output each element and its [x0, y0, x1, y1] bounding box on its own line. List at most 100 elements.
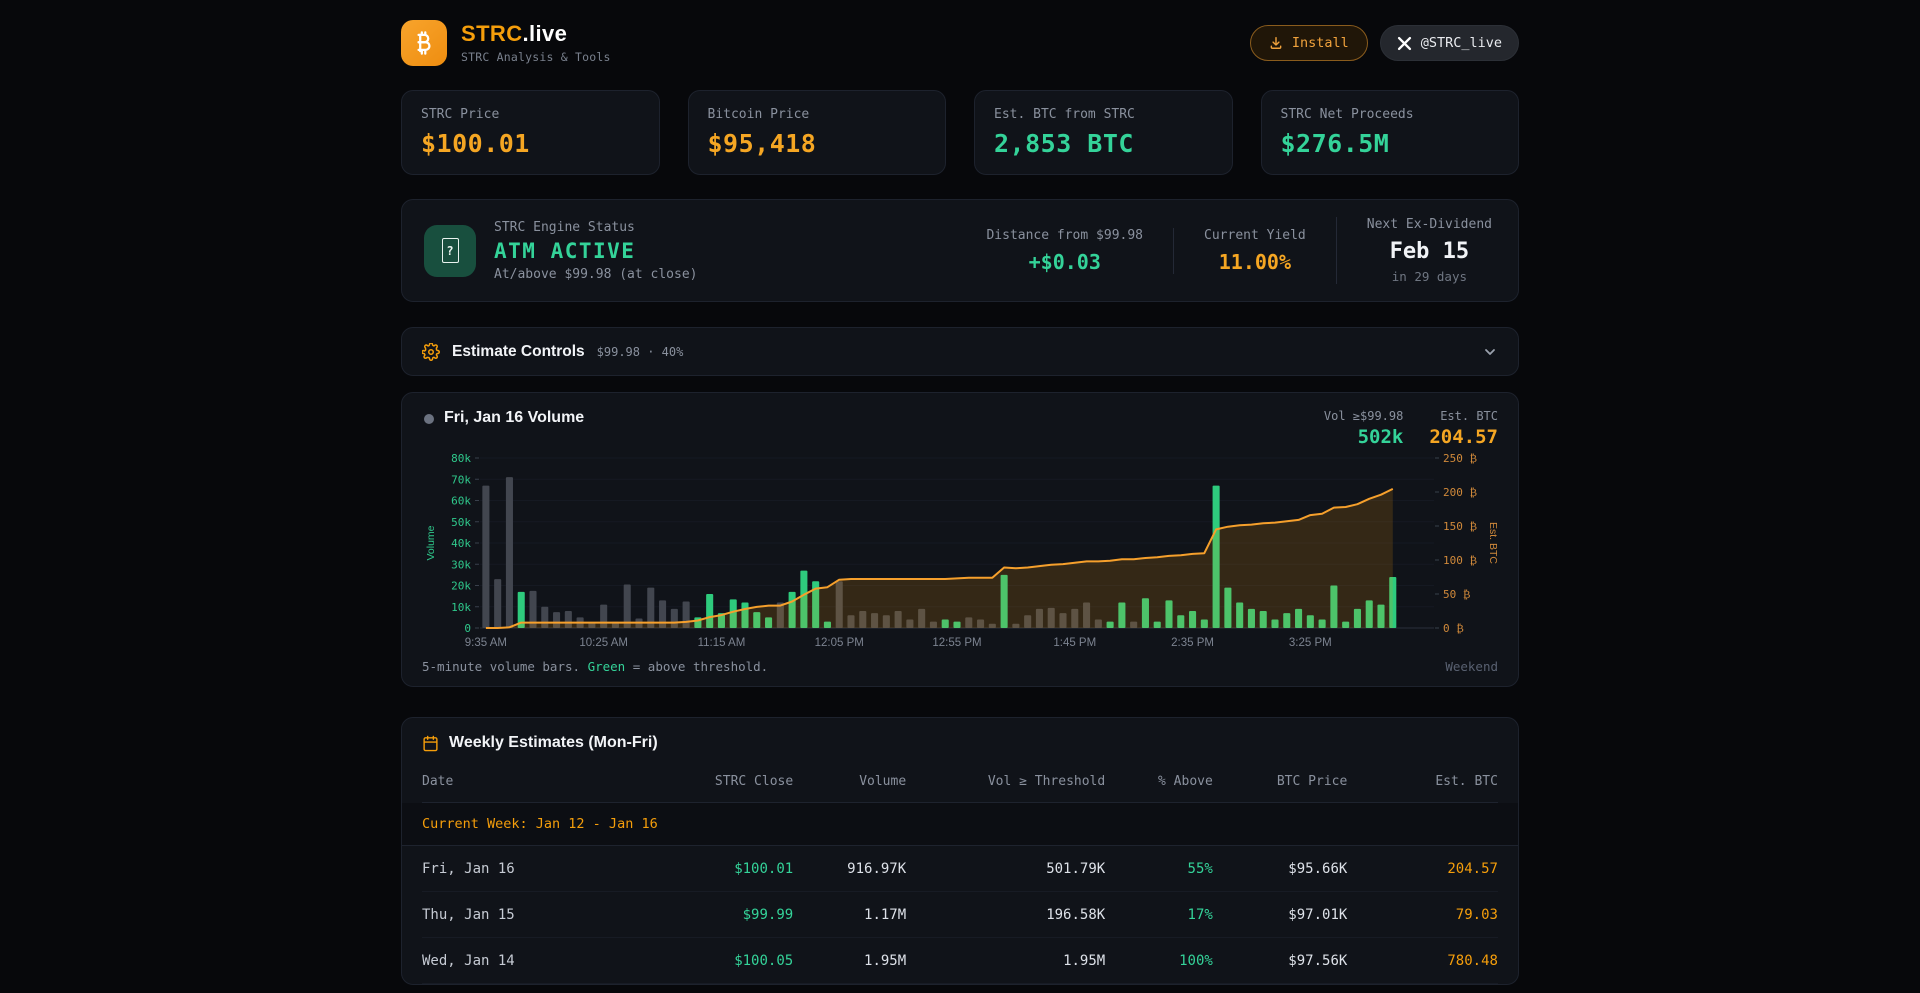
- table-cell: 1.95M: [793, 953, 906, 969]
- table-cell: 780.48: [1347, 953, 1498, 969]
- metric-value: 11.00%: [1204, 250, 1306, 274]
- table-row[interactable]: Thu, Jan 15$99.991.17M196.58K17%$97.01K7…: [422, 892, 1498, 938]
- svg-text:11:15 AM: 11:15 AM: [698, 637, 746, 649]
- engine-metrics: Distance from $99.98 +$0.03 Current Yiel…: [956, 217, 1496, 284]
- table-cell: Thu, Jan 15: [422, 907, 637, 923]
- chart-caption: 5-minute volume bars. Green = above thre…: [422, 659, 768, 674]
- engine-status-value: ATM ACTIVE: [494, 239, 698, 263]
- table-cell: $99.99: [637, 907, 793, 923]
- engine-metric: Distance from $99.98 +$0.03: [956, 228, 1173, 274]
- metric-value: Feb 15: [1367, 239, 1492, 264]
- table-column-headers: DateSTRC CloseVolumeVol ≥ Threshold% Abo…: [422, 764, 1498, 803]
- table-cell: 1.95M: [906, 953, 1105, 969]
- engine-status-note: At/above $99.98 (at close): [494, 267, 698, 282]
- x-axis-labels: 9:35 AM 10:25 AM 11:15 AM 12:05 PM 12:55 PM 1…: [465, 637, 1332, 649]
- chart-summary-stats: Vol ≥$99.98 502k Est. BTC 204.57: [1324, 409, 1498, 448]
- table-cell: $95.66K: [1213, 861, 1348, 877]
- svg-text:60k: 60k: [451, 495, 471, 508]
- table-body: Fri, Jan 16$100.01916.97K501.79K55%$95.6…: [422, 846, 1498, 984]
- x-profile-button[interactable]: @STRC_live: [1380, 25, 1519, 61]
- column-header: STRC Close: [637, 774, 793, 789]
- table-row[interactable]: Fri, Jan 16$100.01916.97K501.79K55%$95.6…: [422, 846, 1498, 892]
- stat-label: Est. BTC from STRC: [994, 107, 1213, 122]
- bitcoin-logo-icon: [401, 20, 447, 66]
- x-handle-label: @STRC_live: [1421, 35, 1502, 51]
- table-cell: $97.56K: [1213, 953, 1348, 969]
- install-label: Install: [1292, 35, 1349, 51]
- svg-text:3:25 PM: 3:25 PM: [1289, 637, 1332, 649]
- app-header: STRC.live STRC Analysis & Tools Install: [401, 20, 1519, 66]
- column-header: Date: [422, 774, 637, 789]
- calendar-icon: [422, 735, 439, 752]
- volume-chart[interactable]: 010k20k30k40k50k60k70k80k0 ₿50 ₿100 ₿150…: [422, 452, 1498, 657]
- stat-card: Est. BTC from STRC 2,853 BTC: [974, 90, 1233, 175]
- svg-text:50k: 50k: [451, 516, 471, 529]
- volume-bar: [624, 584, 631, 628]
- stat-value: $95,418: [708, 129, 927, 158]
- main-content: STRC.live STRC Analysis & Tools Install: [401, 0, 1519, 985]
- engine-status-main: STRC Engine Status ATM ACTIVE At/above $…: [494, 220, 698, 282]
- table-title: Weekly Estimates (Mon-Fri): [449, 734, 658, 752]
- svg-text:0 ₿: 0 ₿: [1443, 622, 1464, 635]
- table-header: Weekly Estimates (Mon-Fri): [422, 734, 1498, 752]
- chevron-down-icon: [1482, 344, 1498, 360]
- table-cell: 501.79K: [906, 861, 1105, 877]
- y-left-axis-title: Volume: [425, 525, 437, 560]
- chart-header: Fri, Jan 16 Volume Vol ≥$99.98 502k Est.…: [422, 409, 1498, 448]
- estimate-controls-toggle[interactable]: Estimate Controls $99.98 · 40%: [401, 327, 1519, 376]
- metric-label: Distance from $99.98: [986, 228, 1143, 243]
- stat-card: Bitcoin Price $95,418: [688, 90, 947, 175]
- table-cell: 204.57: [1347, 861, 1498, 877]
- stat-label: Bitcoin Price: [708, 107, 927, 122]
- svg-text:12:05 PM: 12:05 PM: [815, 637, 864, 649]
- engine-metric: Next Ex-Dividend Feb 15 in 29 days: [1336, 217, 1496, 284]
- svg-text:12:55 PM: 12:55 PM: [932, 637, 981, 649]
- metric-label: Current Yield: [1204, 228, 1306, 243]
- svg-text:2:35 PM: 2:35 PM: [1171, 637, 1214, 649]
- svg-text:9:35 AM: 9:35 AM: [465, 637, 507, 649]
- svg-text:0: 0: [464, 622, 471, 635]
- table-section-row: Current Week: Jan 12 - Jan 16: [402, 803, 1518, 846]
- svg-text:100 ₿: 100 ₿: [1443, 554, 1477, 567]
- volume-bar: [506, 477, 513, 628]
- stat-value: 2,853 BTC: [994, 129, 1213, 158]
- vol-above-threshold-stat: Vol ≥$99.98 502k: [1324, 409, 1403, 448]
- stat-value: $100.01: [421, 129, 640, 158]
- svg-text:10:25 AM: 10:25 AM: [579, 637, 628, 649]
- chart-footer: 5-minute volume bars. Green = above thre…: [422, 659, 1498, 674]
- download-icon: [1269, 36, 1283, 50]
- table-cell: 196.58K: [906, 907, 1105, 923]
- brand-text: STRC.live STRC Analysis & Tools: [461, 22, 611, 63]
- header-actions: Install @STRC_live: [1250, 25, 1519, 61]
- install-button[interactable]: Install: [1250, 25, 1368, 61]
- column-header: Volume: [793, 774, 906, 789]
- y-right-axis-title: Est. BTC: [1487, 522, 1498, 564]
- svg-text:50 ₿: 50 ₿: [1443, 588, 1471, 601]
- missing-glyph-icon: ?: [442, 238, 459, 263]
- column-header: BTC Price: [1213, 774, 1348, 789]
- chart-title: Fri, Jan 16 Volume: [444, 409, 584, 427]
- weekend-label: Weekend: [1445, 659, 1498, 674]
- day-indicator-dot: [424, 414, 434, 424]
- stats-row: STRC Price $100.01 Bitcoin Price $95,418…: [401, 90, 1519, 175]
- stat-label: STRC Net Proceeds: [1281, 107, 1500, 122]
- table-cell: 100%: [1105, 953, 1213, 969]
- volume-bar: [482, 486, 489, 628]
- svg-text:150 ₿: 150 ₿: [1443, 520, 1477, 533]
- gear-icon: [422, 343, 440, 361]
- engine-metric: Current Yield 11.00%: [1173, 228, 1336, 274]
- metric-value: +$0.03: [986, 250, 1143, 274]
- table-row[interactable]: Wed, Jan 14$100.051.95M1.95M100%$97.56K7…: [422, 938, 1498, 984]
- x-logo-icon: [1397, 36, 1412, 51]
- stat-card: STRC Price $100.01: [401, 90, 660, 175]
- stat-label: STRC Price: [421, 107, 640, 122]
- svg-text:20k: 20k: [451, 580, 471, 593]
- table-cell: $97.01K: [1213, 907, 1348, 923]
- svg-text:1:45 PM: 1:45 PM: [1053, 637, 1096, 649]
- metric-subtext: in 29 days: [1367, 269, 1492, 284]
- section-label: Current Week: Jan 12 - Jan 16: [422, 816, 658, 832]
- svg-text:200 ₿: 200 ₿: [1443, 486, 1477, 499]
- table-cell: Fri, Jan 16: [422, 861, 637, 877]
- estimate-controls-title: Estimate Controls: [452, 343, 585, 361]
- engine-status-card: ? STRC Engine Status ATM ACTIVE At/above…: [401, 199, 1519, 302]
